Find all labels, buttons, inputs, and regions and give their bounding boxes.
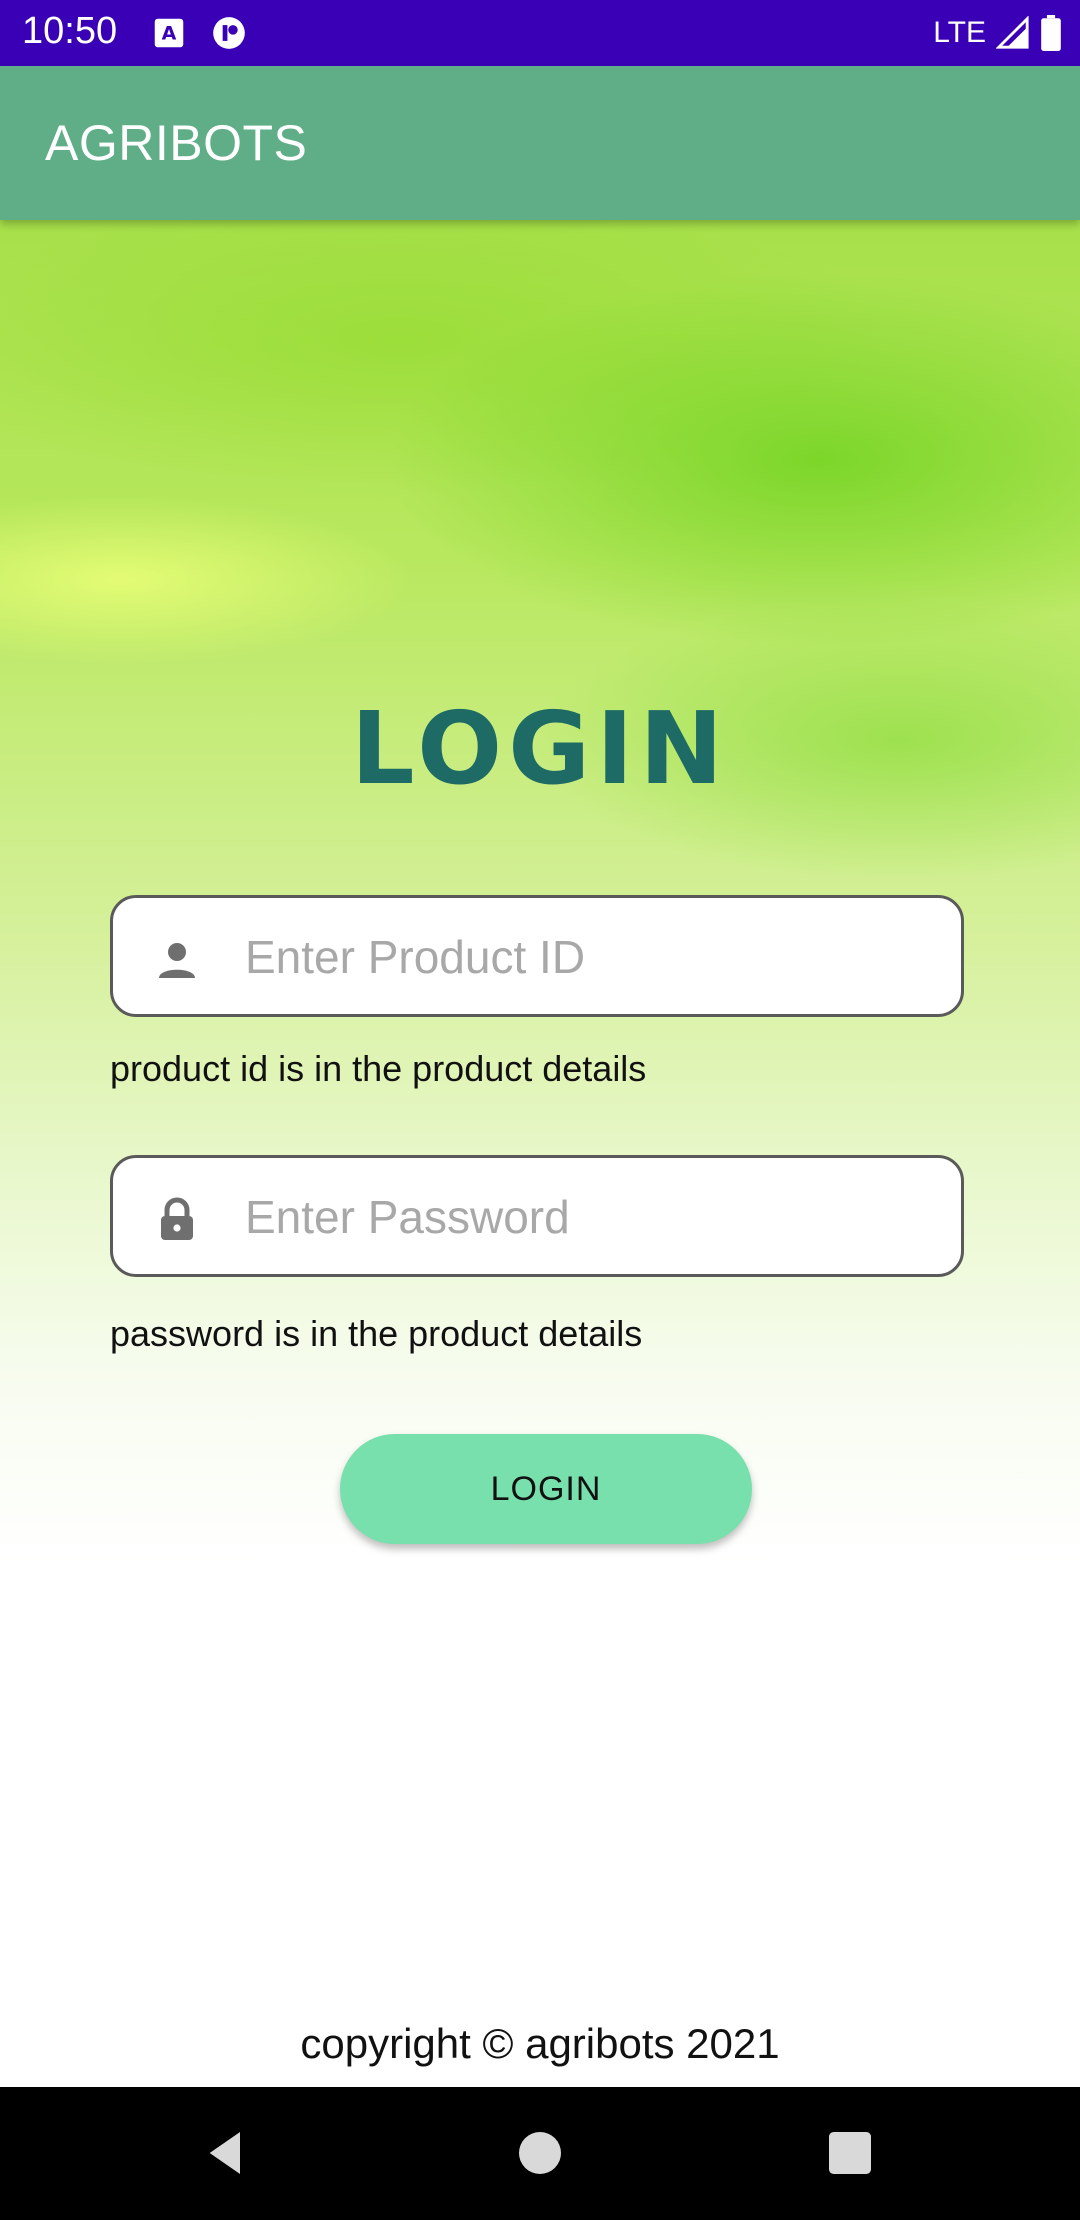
product-id-input[interactable] [243, 898, 947, 1016]
back-icon[interactable] [198, 2125, 254, 2181]
login-heading: LOGIN [350, 690, 730, 807]
recents-icon[interactable] [822, 2125, 878, 2181]
password-helper: password is in the product details [110, 1313, 643, 1354]
font-a-icon: A [154, 18, 184, 48]
password-field[interactable] [110, 1155, 964, 1277]
svg-text:A: A [162, 22, 177, 44]
app-title: AGRIBOTS [45, 115, 308, 171]
product-id-field[interactable] [110, 895, 964, 1017]
lock-icon [161, 1197, 193, 1240]
copyright-text: copyright © agribots 2021 [300, 2020, 780, 2067]
network-type: LTE [933, 16, 986, 49]
status-time: 10:50 [22, 10, 118, 52]
password-input[interactable] [243, 1158, 947, 1276]
navigation-bar [0, 2087, 1080, 2220]
app-bar: AGRIBOTS [0, 66, 1080, 220]
login-screen: LOGIN product id is in the product detai… [0, 220, 1080, 2087]
product-id-helper: product id is in the product details [110, 1048, 647, 1089]
home-icon[interactable] [512, 2125, 568, 2181]
signal-icon [996, 16, 1029, 49]
battery-icon [1041, 15, 1061, 51]
login-button[interactable]: LOGIN [340, 1434, 752, 1544]
app-notification-icon [213, 17, 245, 49]
status-bar: 10:50 A LTE [0, 0, 1080, 66]
person-icon [159, 943, 195, 978]
